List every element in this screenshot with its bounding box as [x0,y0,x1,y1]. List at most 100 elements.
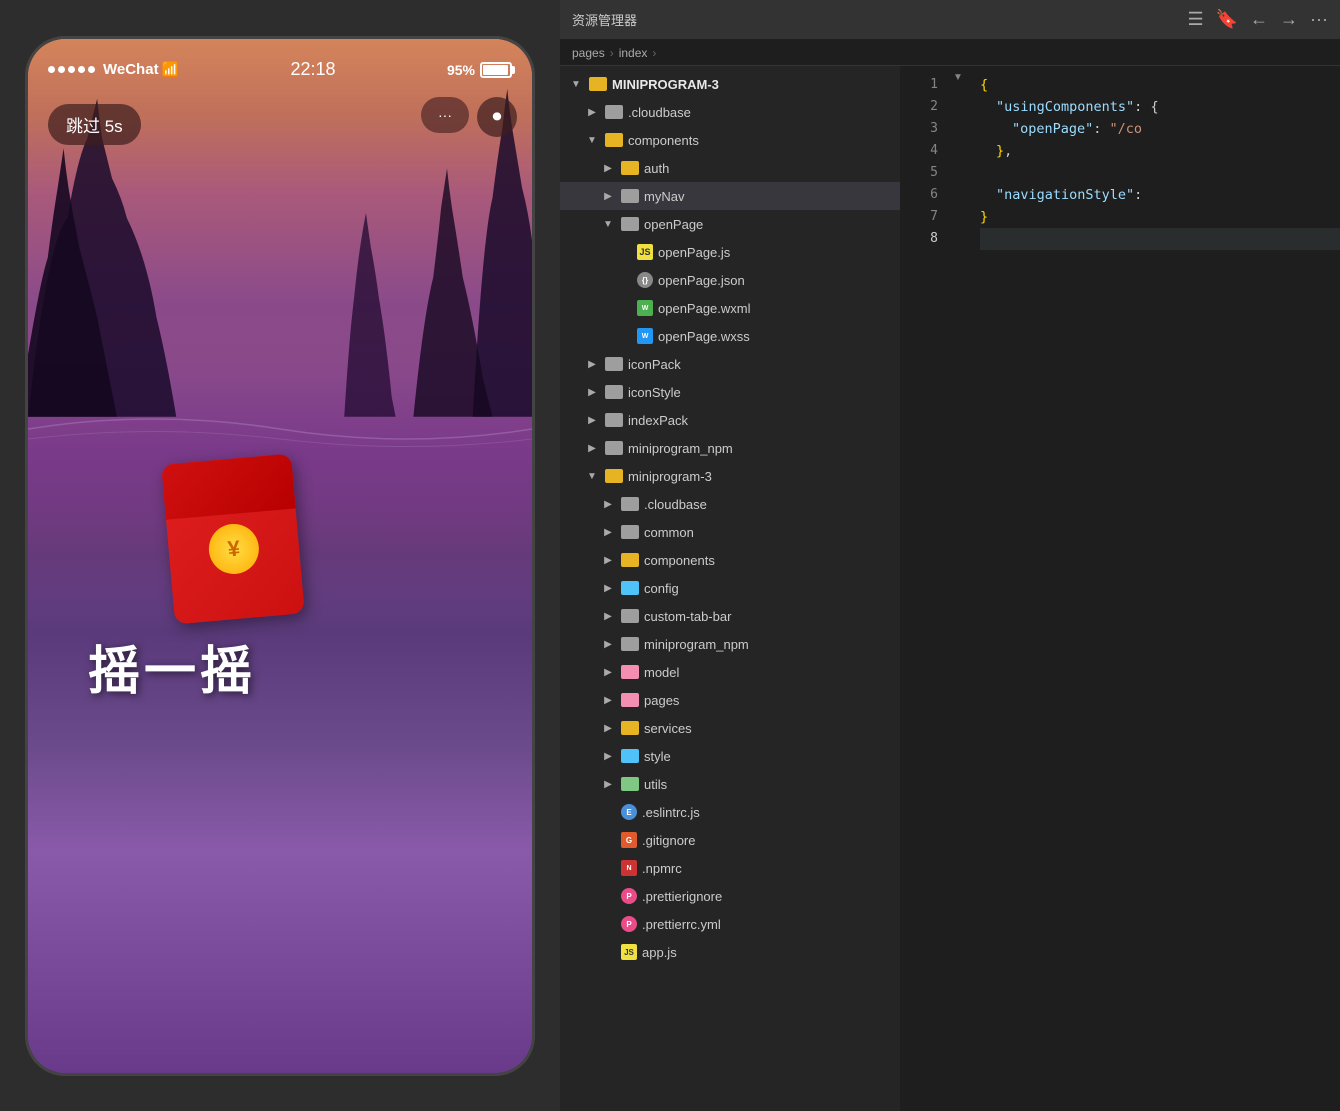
tree-item-components2[interactable]: ▶ components [560,546,900,574]
tree-item-miniprogram3[interactable]: ▼ miniprogram-3 [560,462,900,490]
tree-item-cloudbase1[interactable]: ▶ .cloudbase [560,98,900,126]
cloudbase2-label: .cloudbase [644,497,707,512]
line-num-3: 3 [900,118,948,140]
back-icon[interactable]: ← [1250,9,1268,30]
colon-3: : [1134,184,1142,206]
cloudbase2-folder-icon [621,497,639,511]
appjs-icon: JS [621,944,637,960]
openPage-label: openPage [644,217,703,232]
gutter-3 [948,110,968,132]
battery-fill [483,65,508,75]
dots-button[interactable]: ··· [421,97,469,133]
openPageWxss-icon: W [637,328,653,344]
openPageJson-label: openPage.json [658,273,745,288]
signal-dot-3 [68,66,75,73]
style-arrow: ▶ [600,748,616,764]
tree-item-npmrc[interactable]: N .npmrc [560,854,900,882]
cloudbase2-arrow: ▶ [600,496,616,512]
tree-item-indexPack[interactable]: ▶ indexPack [560,406,900,434]
red-envelope[interactable]: ¥ [168,459,318,619]
tree-item-appjs[interactable]: JS app.js [560,938,900,966]
code-line-4: } , [980,140,1340,162]
services-arrow: ▶ [600,720,616,736]
tree-item-services[interactable]: ▶ services [560,714,900,742]
signal-dot-4 [78,66,85,73]
gutter-7 [948,198,968,220]
tree-item-components[interactable]: ▼ components [560,126,900,154]
skip-button[interactable]: 跳过 5s [48,104,141,145]
tree-item-style[interactable]: ▶ style [560,742,900,770]
comma-1: , [1004,140,1012,162]
openPageJs-arrow [616,244,632,260]
tree-item-pages[interactable]: ▶ pages [560,686,900,714]
cloudbase1-label: .cloudbase [628,105,691,120]
iconStyle-folder-icon [605,385,623,399]
customTabBar-arrow: ▶ [600,608,616,624]
more-icon[interactable]: ··· [1310,9,1328,30]
myNav-arrow: ▶ [600,188,616,204]
model-arrow: ▶ [600,664,616,680]
openPageJs-label: openPage.js [658,245,730,260]
tree-item-model[interactable]: ▶ model [560,658,900,686]
tree-item-openPage-wxml[interactable]: W openPage.wxml [560,294,900,322]
model-folder-icon [621,665,639,679]
line-num-2: 2 [900,96,948,118]
key-usingComponents: "usingComponents" [996,96,1134,118]
breadcrumb-sep1: › [610,46,614,60]
tree-item-custom-tab-bar[interactable]: ▶ custom-tab-bar [560,602,900,630]
tree-item-cloudbase2[interactable]: ▶ .cloudbase [560,490,900,518]
config-label: config [644,581,679,596]
tree-item-prettierrc[interactable]: P .prettierrc.yml [560,910,900,938]
wifi-icon: 📶 [162,61,179,78]
line-num-7: 7 [900,206,948,228]
tree-item-openPage-js[interactable]: JS openPage.js [560,238,900,266]
tree-item-iconPack[interactable]: ▶ iconPack [560,350,900,378]
line-num-6: 6 [900,184,948,206]
list-icon[interactable]: ☰ [1187,9,1203,30]
forward-icon[interactable]: → [1280,9,1298,30]
tree-item-config[interactable]: ▶ config [560,574,900,602]
line-num-1: 1 [900,74,948,96]
miniprogramNpm1-folder-icon [605,441,623,455]
root-arrow: ▼ [568,76,584,92]
components-arrow: ▼ [584,132,600,148]
fold-gutter: ▼ [948,66,968,1111]
tree-item-eslintrc[interactable]: E .eslintrc.js [560,798,900,826]
miniprogram3-arrow: ▼ [584,468,600,484]
code-line-5 [980,162,1340,184]
record-button[interactable]: ⏺ [477,97,517,137]
signal-dot-2 [58,66,65,73]
tree-root[interactable]: ▼ MINIPROGRAM-3 [560,70,900,98]
tree-item-auth[interactable]: ▶ auth [560,154,900,182]
tree-item-gitignore[interactable]: G .gitignore [560,826,900,854]
code-line-3: "openPage" : "/co [980,118,1340,140]
eslintrc-icon: E [621,804,637,820]
tree-item-myNav[interactable]: ▶ myNav [560,182,900,210]
components-label: components [628,133,699,148]
utils-folder-icon [621,777,639,791]
tree-item-miniprogram-npm2[interactable]: ▶ miniprogram_npm [560,630,900,658]
breadcrumb-part1: pages [572,46,605,60]
battery-percent: 95% [447,62,475,78]
gitignore-icon: G [621,832,637,848]
code-line-1: { [980,74,1340,96]
components-folder-icon [605,133,623,147]
tree-item-utils[interactable]: ▶ utils [560,770,900,798]
top-controls: ··· ⏺ [421,97,517,137]
key-navigationStyle: "navigationStyle" [996,184,1134,206]
tree-item-common[interactable]: ▶ common [560,518,900,546]
tree-item-iconStyle[interactable]: ▶ iconStyle [560,378,900,406]
status-left: WeChat 📶 [48,61,179,78]
bookmark-icon[interactable]: 🔖 [1216,9,1238,30]
gutter-5 [948,154,968,176]
tree-item-openPage[interactable]: ▼ openPage [560,210,900,238]
style-folder-icon [621,749,639,763]
file-tree: ▼ MINIPROGRAM-3 ▶ .cloudbase ▼ component… [560,66,900,1111]
miniprogramNpm1-arrow: ▶ [584,440,600,456]
tree-item-openPage-json[interactable]: {} openPage.json [560,266,900,294]
phone-panel: WeChat 📶 22:18 95% 跳过 5s ··· [0,0,560,1111]
tree-item-prettierignore[interactable]: P .prettierignore [560,882,900,910]
tree-item-openPage-wxss[interactable]: W openPage.wxss [560,322,900,350]
tree-item-miniprogram-npm1[interactable]: ▶ miniprogram_npm [560,434,900,462]
gutter-4 [948,132,968,154]
